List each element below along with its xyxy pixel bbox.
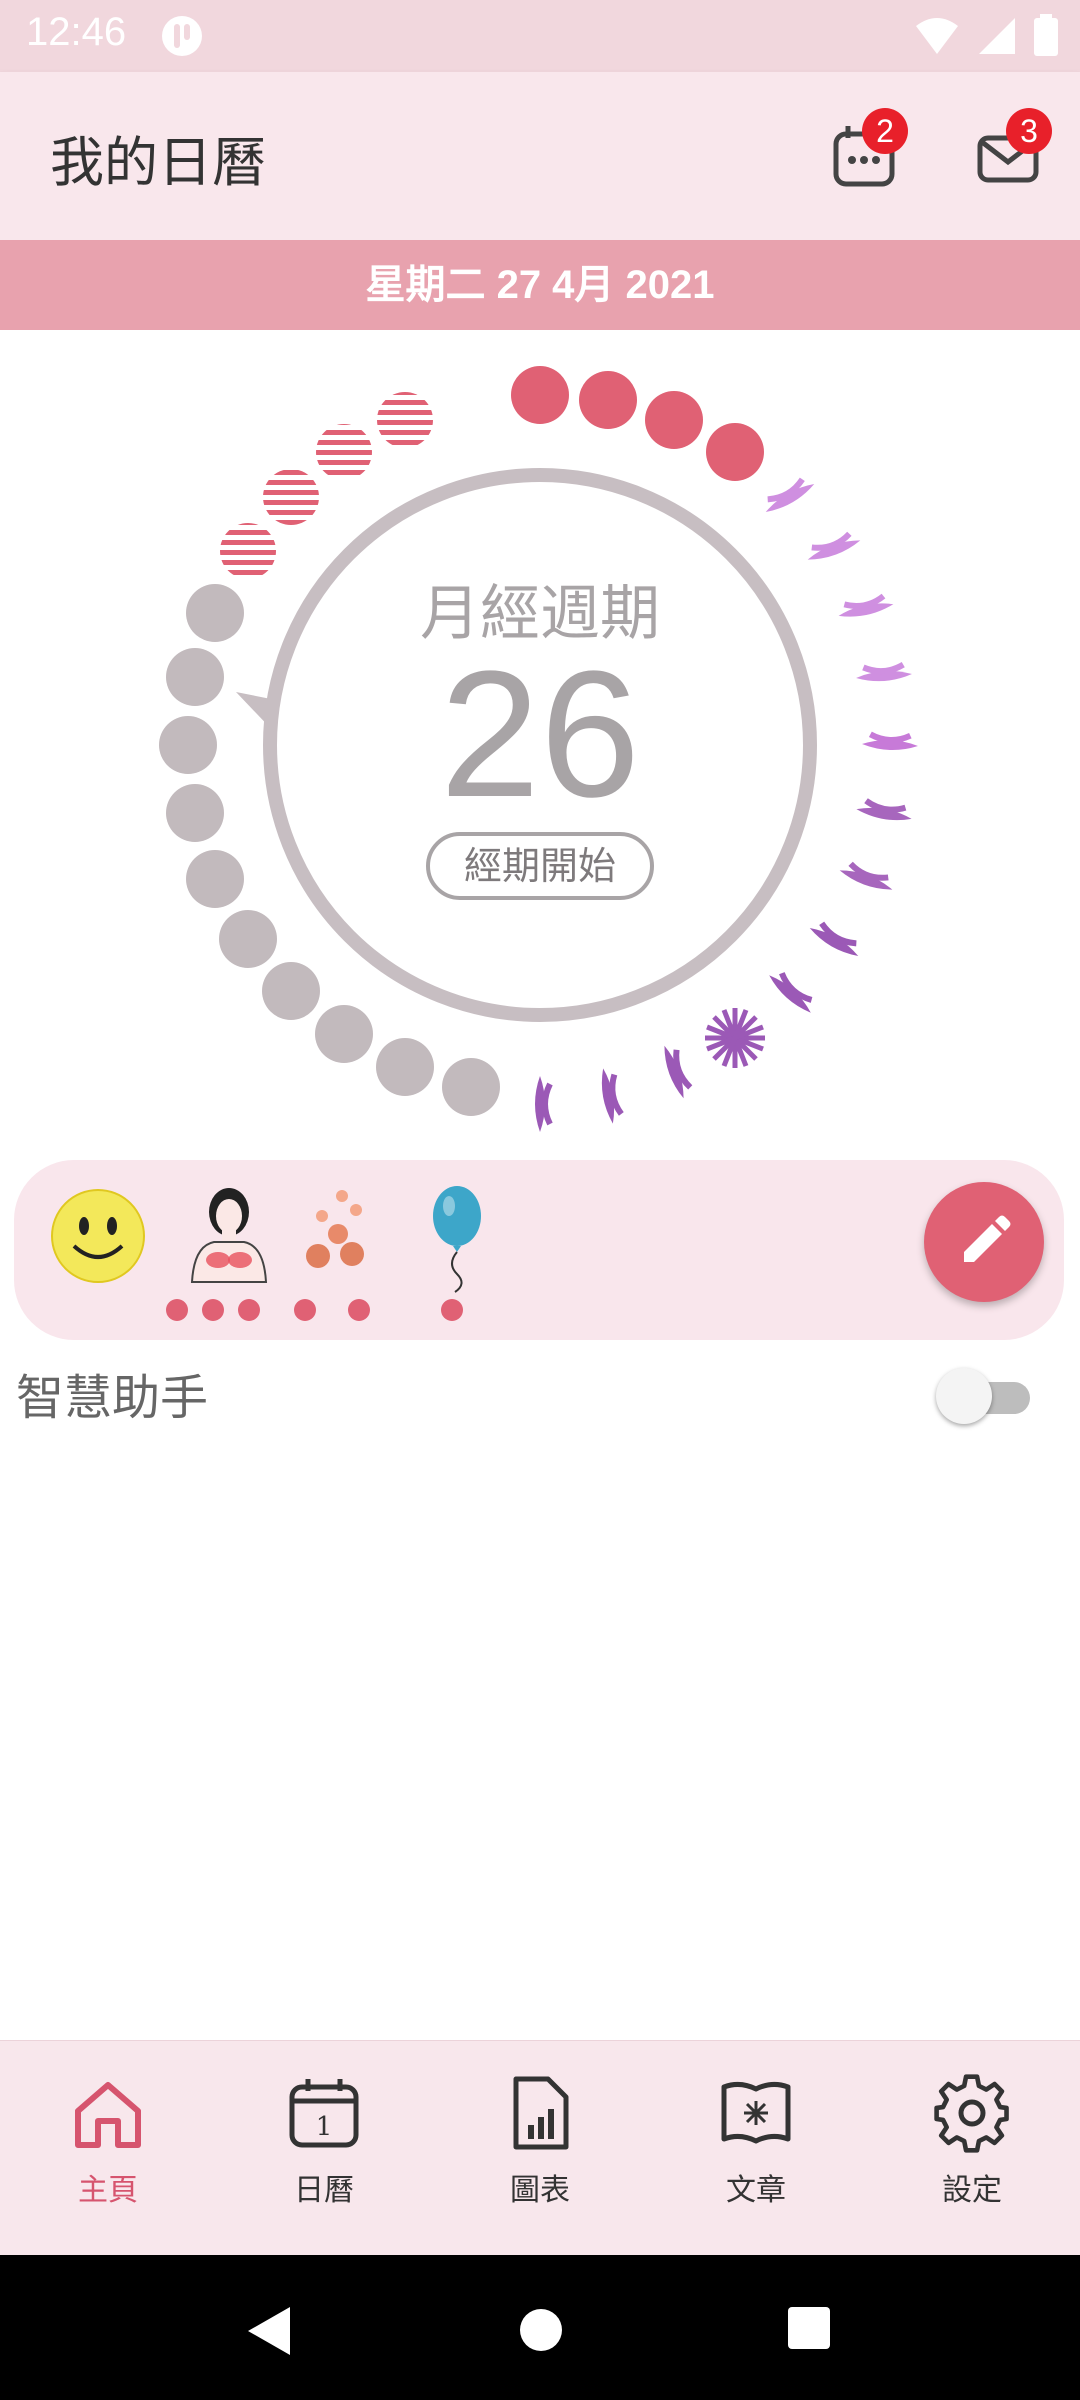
app-notification-icon — [160, 14, 204, 62]
battery-icon — [1034, 14, 1058, 56]
nav-articles-label: 文章 — [726, 2173, 786, 2208]
gear-icon — [934, 2074, 1009, 2153]
status-icons — [902, 14, 1058, 60]
period-start-pill[interactable]: 經期開始 — [426, 832, 654, 900]
home-icon — [75, 2082, 141, 2148]
article-icon — [721, 2081, 791, 2144]
signal-icon — [978, 18, 1015, 54]
calendar-reminder-button[interactable]: 2 — [828, 108, 908, 196]
smart-assistant-label: 智慧助手 — [16, 1370, 209, 1426]
nav-home[interactable]: 主頁 — [28, 2073, 188, 2209]
breast-pain-icon — [190, 1188, 268, 1283]
striped-dots — [220, 392, 433, 579]
system-navigation-bar — [0, 2255, 1080, 2400]
cycle-ring[interactable]: 月經週期 26 經期開始 — [0, 330, 1080, 1150]
smart-assistant-toggle[interactable] — [936, 1368, 1032, 1424]
cycle-day-number: 26 — [439, 634, 641, 835]
nav-charts[interactable]: 圖表 — [460, 2073, 620, 2209]
edit-button[interactable] — [924, 1182, 1044, 1302]
pencil-icon — [964, 1215, 1011, 1262]
calendar-badge: 2 — [862, 108, 908, 154]
status-bar: 12:46 — [0, 0, 1080, 72]
home-circle-icon[interactable] — [518, 2307, 564, 2353]
nav-settings-label: 設定 — [942, 2173, 1002, 2208]
nav-calendar[interactable]: 1 日曆 — [244, 2073, 404, 2209]
symptom-intensity-dots — [166, 1299, 463, 1321]
balloon-icon — [433, 1186, 481, 1293]
wifi-icon — [915, 18, 958, 54]
nav-charts-label: 圖表 — [510, 2173, 570, 2208]
status-time: 12:46 — [26, 10, 127, 54]
inbox-button[interactable]: 3 — [970, 108, 1052, 196]
acne-icon — [306, 1190, 364, 1268]
date-bar: 星期二 27 4月 2021 — [0, 240, 1080, 330]
recents-icon[interactable] — [786, 2305, 832, 2351]
nav-home-label: 主頁 — [78, 2173, 138, 2208]
bottom-navigation: 主頁 1 日曆 圖表 文章 設定 — [0, 2040, 1080, 2256]
svg-text:1: 1 — [316, 2112, 333, 2142]
inbox-badge: 3 — [1006, 108, 1052, 154]
chart-icon — [513, 2076, 569, 2150]
nav-articles[interactable]: 文章 — [676, 2073, 836, 2209]
calendar-icon: 1 — [289, 2079, 359, 2148]
app-bar: 我的日曆 2 3 — [0, 72, 1080, 240]
back-icon[interactable] — [244, 2303, 294, 2359]
nav-calendar-label: 日曆 — [294, 2173, 354, 2208]
smiley-face-icon — [51, 1189, 145, 1283]
page-title: 我的日曆 — [50, 131, 266, 194]
symptom-card[interactable] — [14, 1160, 1064, 1340]
nav-settings[interactable]: 設定 — [892, 2073, 1052, 2209]
